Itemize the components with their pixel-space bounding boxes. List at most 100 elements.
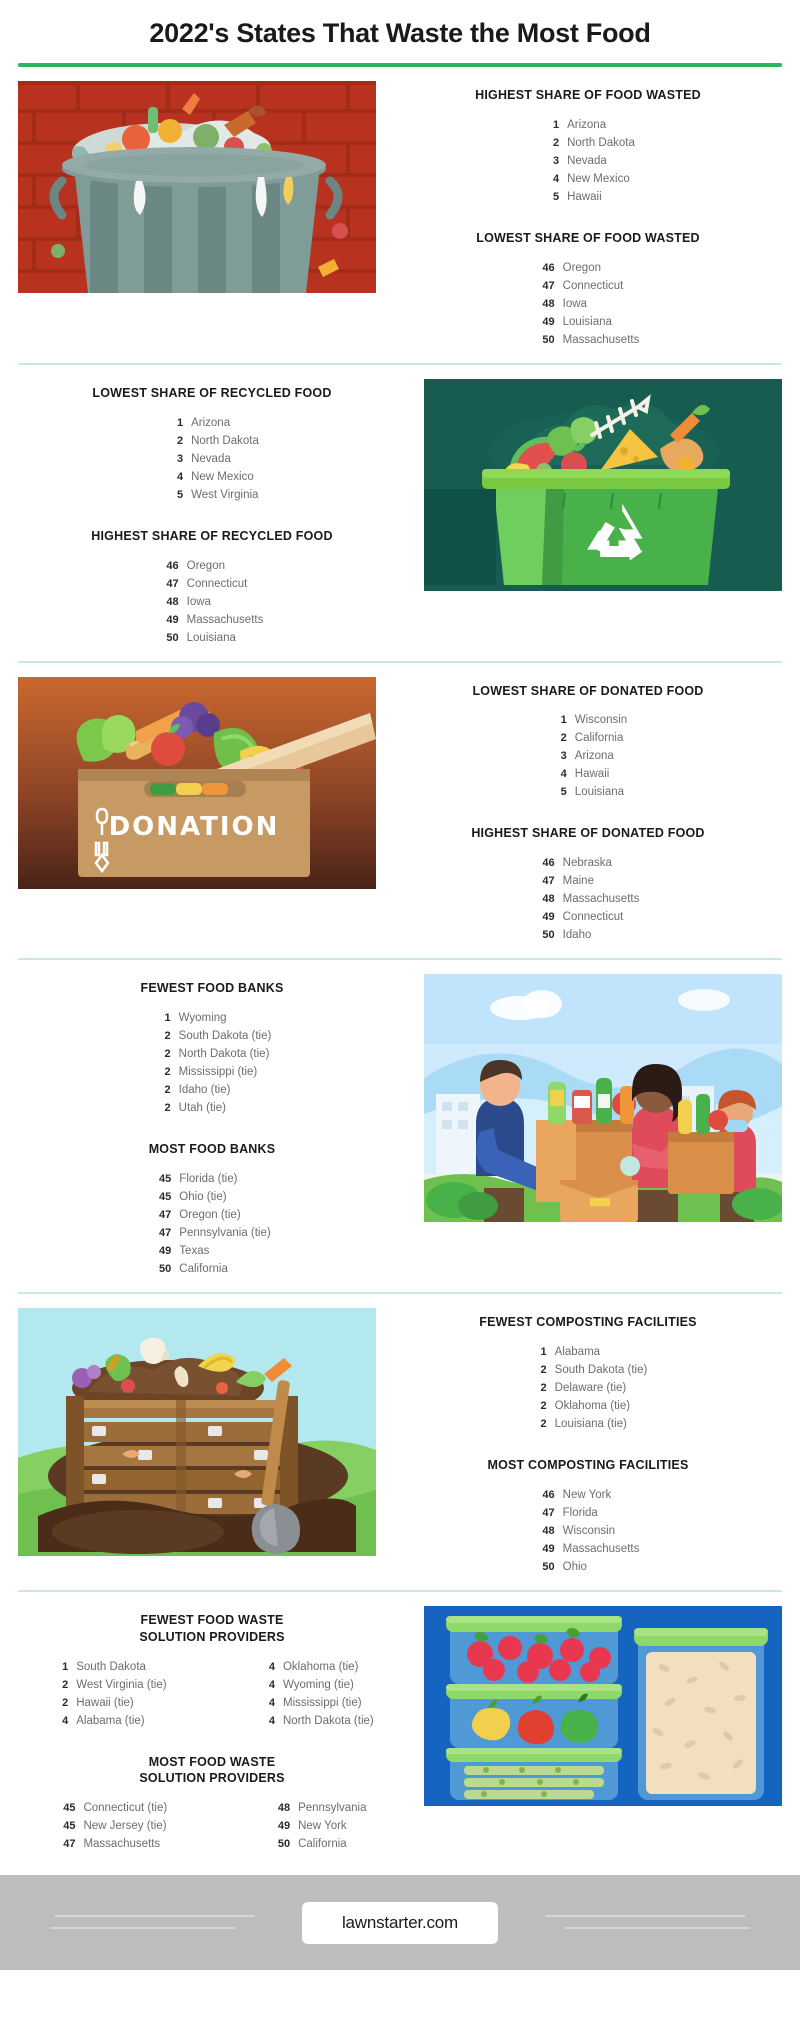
block-title-fewest-composting: FEWEST COMPOSTING FACILITIES [479, 1315, 697, 1329]
state-name: South Dakota (tie) [554, 1363, 648, 1376]
state-name: Texas [179, 1245, 210, 1257]
rank-number: 2 [540, 1399, 547, 1412]
rank-number: 4 [62, 1714, 69, 1727]
state-name: Pennsylvania (tie) [179, 1227, 271, 1239]
list-item: 4 Wyoming (tie) [257, 1676, 374, 1694]
two-column-list-most: 45 Connecticut (tie) 45 New Jersey (tie) 4… [18, 1799, 406, 1853]
list-item: 1 South Dakota [50, 1658, 166, 1676]
state-name: Connecticut [186, 577, 248, 590]
rank-list-most-left: 45 Connecticut (tie) 45 New Jersey (tie) 4… [57, 1799, 167, 1853]
rank-number: 2 [540, 1417, 547, 1430]
brand-badge[interactable]: lawnstarter.com [301, 1901, 499, 1944]
rank-number: 2 [164, 1066, 171, 1079]
footer-rule-right-2 [565, 1927, 750, 1930]
green-recycling-bin-illustration [424, 378, 782, 591]
state-name: Oregon [562, 261, 601, 274]
list-item: 48 Iowa [537, 295, 640, 313]
state-name: West Virginia [191, 488, 259, 501]
rank-number: 45 [159, 1191, 172, 1203]
block-title-most-composting: MOST COMPOSTING FACILITIES [487, 1457, 689, 1472]
rank-number: 47 [159, 1227, 172, 1239]
infographic-page: 2022's States That Waste the Most Food H… [0, 0, 800, 1971]
state-name: North Dakota [191, 434, 259, 447]
block-title-fewest-food-banks: FEWEST FOOD BANKS [140, 981, 284, 996]
block-title-highest-donated: HIGHEST SHARE OF DONATED FOOD [471, 826, 705, 841]
state-name: Oregon (tie) [179, 1209, 241, 1221]
state-name: Ohio [562, 1560, 587, 1573]
list-item: 4 Alabama (tie) [50, 1712, 166, 1730]
state-name: Massachusetts [562, 333, 640, 346]
list-item: 50 Massachusetts [537, 331, 640, 349]
rank-number: 5 [560, 786, 567, 799]
section-food-banks: FEWEST FOOD BANKS 1 Wyoming 2 South Dakota… [0, 960, 800, 1292]
list-item: 2 North Dakota (tie) [153, 1045, 272, 1063]
block-title-most-food-banks: MOST FOOD BANKS [148, 1142, 276, 1157]
state-name: Delaware (tie) [554, 1381, 627, 1394]
rank-number: 5 [176, 488, 184, 501]
list-item: 2 Delaware (tie) [529, 1379, 648, 1397]
state-name: Mississippi (tie) [282, 1696, 362, 1709]
list-item: 2 South Dakota (tie) [153, 1027, 272, 1045]
state-name: Nevada [567, 154, 607, 167]
state-name: New York [298, 1820, 347, 1833]
list-item: 49 New York [272, 1817, 366, 1835]
list-item: 46 Nebraska [537, 854, 640, 872]
rank-list-fewest-right: 4 Oklahoma (tie) 4 Wyoming (tie) 4 Mississi… [257, 1658, 374, 1730]
list-item: 45 Florida (tie) [153, 1170, 270, 1188]
rank-list-fewest-food-banks: 1 Wyoming 2 South Dakota (tie) 2 North Dako… [153, 1009, 272, 1117]
list-item: 4 New Mexico [165, 468, 259, 486]
state-name: Nevada [191, 452, 231, 465]
list-item: 5 Hawaii [541, 188, 635, 206]
list-item: 50 Louisiana [161, 629, 264, 647]
list-item: 2 Oklahoma (tie) [529, 1397, 648, 1415]
state-name: Connecticut [562, 279, 624, 292]
list-item: 5 West Virginia [165, 486, 259, 504]
list-item: 49 Massachusetts [161, 611, 263, 629]
rank-list-most-composting: 46 New York 47 Florida 48 Wisconsin 49 Massa… [537, 1486, 640, 1576]
state-name: Hawaii (tie) [76, 1696, 134, 1709]
rank-number: 47 [542, 875, 555, 888]
state-name: South Dakota (tie) [178, 1030, 272, 1043]
rank-list-highest-recycled: 46 Oregon 47 Connecticut 48 Iowa 49 Massachu… [161, 557, 264, 647]
footer: lawnstarter.com [0, 1875, 800, 1971]
rank-number: 1 [560, 714, 567, 727]
state-name: West Virginia (tie) [76, 1678, 167, 1691]
rank-list-lowest-recycled: 1 Arizona 2 North Dakota 3 Nevada 4 New Mexi… [165, 414, 259, 504]
state-name: Utah (tie) [178, 1102, 226, 1115]
list-item: 47 Maine [537, 872, 640, 890]
rank-number: 4 [268, 1660, 275, 1673]
list-item: 49 Massachusetts [537, 1540, 639, 1558]
rank-number: 45 [159, 1173, 172, 1185]
rank-number: 45 [63, 1820, 76, 1833]
state-name: Mississippi (tie) [178, 1066, 258, 1079]
state-name: Arizona [567, 118, 607, 131]
state-name: Idaho (tie) [178, 1084, 231, 1097]
state-name: Alabama [554, 1345, 601, 1358]
list-item: 2 Louisiana (tie) [529, 1415, 648, 1433]
state-name: Iowa [186, 595, 211, 608]
rank-list-most-right: 48 Pennsylvania 49 New York 50 California [272, 1799, 367, 1853]
title-line-2: SOLUTION PROVIDERS [139, 1771, 285, 1786]
list-item: 4 North Dakota (tie) [257, 1712, 374, 1730]
state-name: Florida (tie) [179, 1173, 238, 1185]
state-name: Hawaii [574, 768, 610, 781]
rank-number: 2 [164, 1084, 171, 1097]
title-line-2: SOLUTION PROVIDERS [139, 1629, 285, 1644]
rank-number: 47 [166, 577, 179, 590]
list-item: 47 Florida [537, 1504, 640, 1522]
rank-number: 46 [542, 857, 555, 870]
rank-number: 2 [164, 1102, 171, 1115]
list-item: 45 New Jersey (tie) [57, 1817, 167, 1835]
list-item: 47 Oregon (tie) [153, 1206, 270, 1224]
rank-number: 1 [164, 1012, 171, 1025]
state-name: Connecticut (tie) [83, 1802, 168, 1815]
list-item: 46 Oregon [161, 557, 264, 575]
lists-food-banks: FEWEST FOOD BANKS 1 Wyoming 2 South Dakota… [18, 974, 424, 1278]
state-name: California [179, 1263, 228, 1275]
state-name: Wisconsin [574, 714, 628, 727]
list-item: 47 Connecticut [537, 277, 640, 295]
list-item: 46 New York [537, 1486, 640, 1504]
rank-number: 2 [560, 732, 567, 745]
rank-number: 49 [542, 315, 555, 328]
rank-list-lowest-donated: 1 Wisconsin 2 California 3 Arizona 4 Hawaii … [549, 711, 628, 801]
